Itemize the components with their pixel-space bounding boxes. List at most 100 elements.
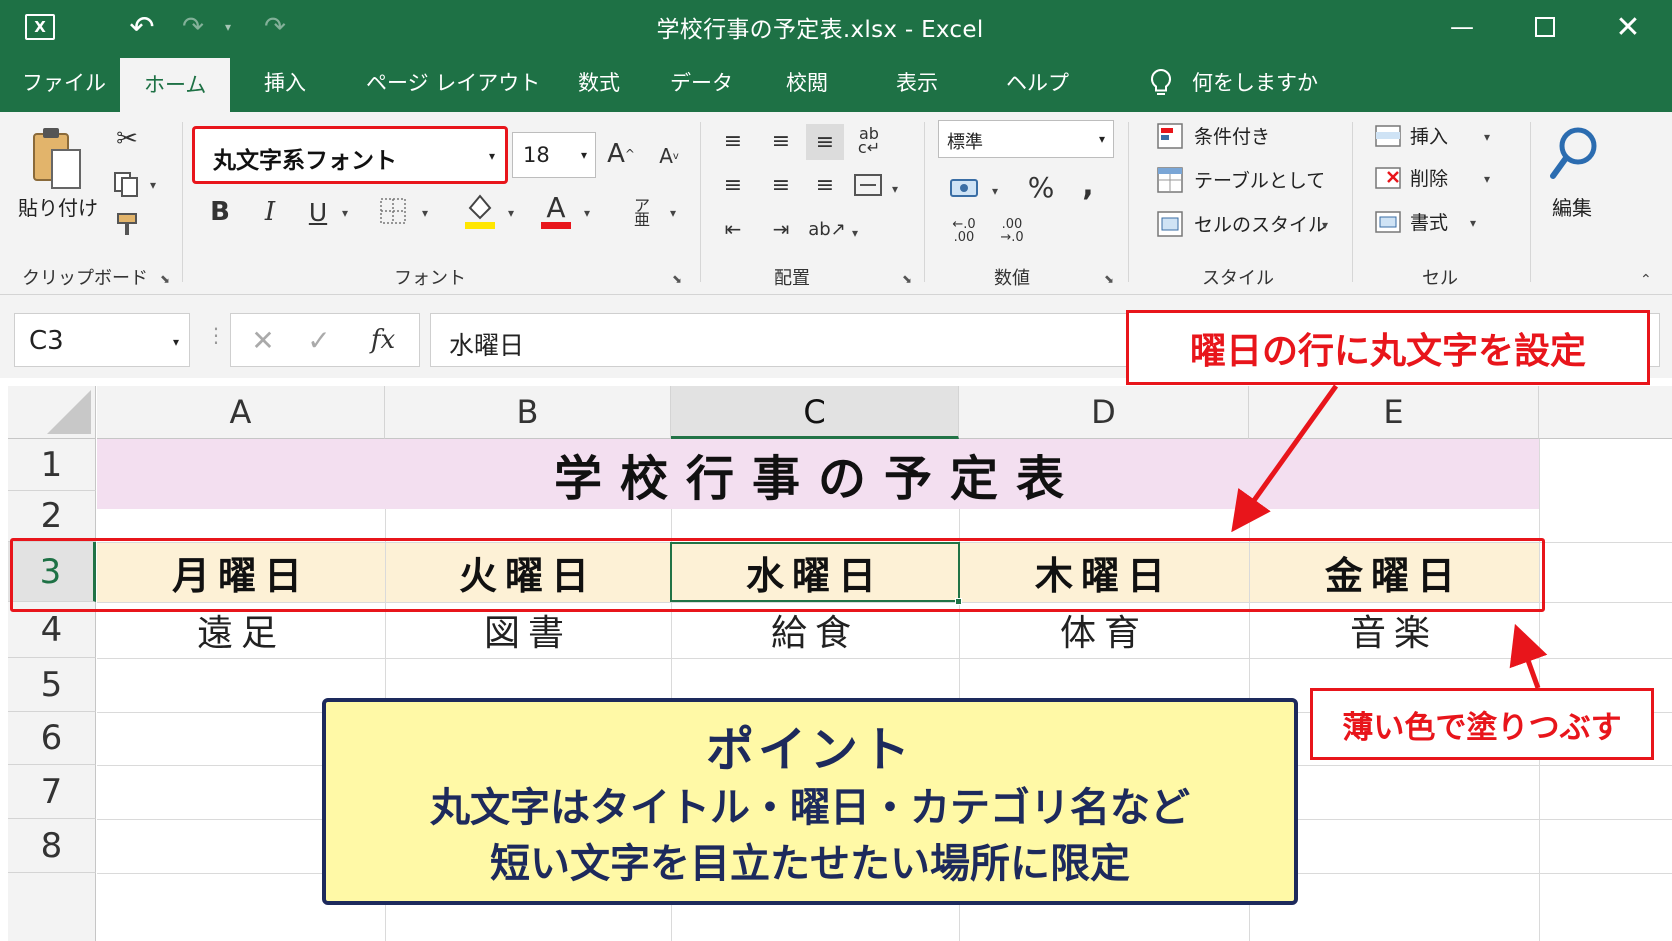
select-all-button[interactable] bbox=[8, 386, 96, 439]
collapse-ribbon-icon[interactable]: ⌃ bbox=[1640, 272, 1652, 288]
column-header-a[interactable]: A bbox=[97, 386, 385, 439]
row-header-5[interactable]: 5 bbox=[8, 658, 96, 712]
bold-button[interactable]: B bbox=[206, 194, 234, 230]
align-bottom-icon[interactable]: ≡ bbox=[806, 124, 844, 160]
insert-function-button[interactable]: fx bbox=[363, 322, 403, 358]
format-as-table-icon[interactable] bbox=[1156, 166, 1184, 194]
percent-style-button[interactable]: % bbox=[1024, 170, 1058, 204]
column-header-e[interactable]: E bbox=[1249, 386, 1539, 439]
conditional-formatting-button[interactable]: 条件付き bbox=[1194, 122, 1270, 149]
redo-button[interactable]: ↷ bbox=[178, 0, 208, 54]
tab-page-layout[interactable]: ページ レイアウト bbox=[366, 54, 540, 112]
tab-formulas[interactable]: 数式 bbox=[578, 54, 620, 112]
row-header-1[interactable]: 1 bbox=[8, 439, 96, 491]
quick-access-dropdown-icon[interactable]: ▾ bbox=[218, 0, 238, 54]
row-header-6[interactable]: 6 bbox=[8, 712, 96, 765]
text-direction-dropdown-icon[interactable]: ▾ bbox=[852, 226, 858, 240]
borders-dropdown-icon[interactable]: ▾ bbox=[422, 206, 428, 220]
font-color-dropdown-icon[interactable]: ▾ bbox=[584, 206, 590, 220]
sheet-title-cell[interactable]: 学校行事の予定表 bbox=[97, 439, 1539, 509]
undo-button[interactable]: ↶ bbox=[122, 0, 162, 54]
copy-icon[interactable] bbox=[112, 170, 140, 198]
decrease-font-size-icon[interactable]: Av bbox=[656, 140, 682, 172]
insert-dropdown-icon[interactable]: ▾ bbox=[1484, 130, 1490, 144]
number-launcher-icon[interactable]: ⬊ bbox=[1104, 272, 1114, 286]
phonetic-guide-icon[interactable]: ア亜 bbox=[630, 196, 654, 230]
cell-styles-icon[interactable] bbox=[1156, 210, 1184, 238]
phonetic-dropdown-icon[interactable]: ▾ bbox=[670, 206, 676, 220]
italic-button[interactable]: I bbox=[256, 194, 284, 230]
delete-cells-icon[interactable] bbox=[1374, 164, 1402, 192]
font-name-select[interactable]: 丸文字系フォント ▾ bbox=[192, 126, 508, 184]
format-cells-button[interactable]: 書式 bbox=[1410, 208, 1448, 235]
underline-button[interactable]: U bbox=[304, 194, 332, 230]
decrease-indent-icon[interactable]: ⇤ bbox=[718, 216, 748, 242]
paste-button[interactable]: 貼り付け bbox=[18, 192, 98, 221]
maximize-button[interactable] bbox=[1528, 0, 1562, 54]
increase-indent-icon[interactable]: ⇥ bbox=[766, 216, 796, 242]
currency-format-icon[interactable] bbox=[948, 174, 982, 204]
cancel-icon[interactable]: ✕ bbox=[245, 322, 281, 358]
search-icon[interactable] bbox=[1548, 124, 1602, 184]
alignment-launcher-icon[interactable]: ⬊ bbox=[902, 272, 912, 286]
currency-dropdown-icon[interactable]: ▾ bbox=[992, 184, 998, 198]
insert-cells-button[interactable]: 挿入 bbox=[1410, 122, 1448, 149]
font-launcher-icon[interactable]: ⬊ bbox=[672, 272, 682, 286]
column-header-c[interactable]: C bbox=[671, 386, 959, 439]
repeat-button[interactable]: ↷ bbox=[258, 0, 292, 54]
merge-dropdown-icon[interactable]: ▾ bbox=[892, 182, 898, 196]
tab-file[interactable]: ファイル bbox=[22, 54, 106, 112]
increase-font-size-icon[interactable]: A ^ bbox=[606, 136, 636, 172]
increase-decimal-icon[interactable]: ←.0.00 bbox=[946, 214, 982, 248]
format-painter-icon[interactable] bbox=[114, 210, 142, 238]
align-left-icon[interactable]: ≡ bbox=[718, 172, 748, 198]
delete-dropdown-icon[interactable]: ▾ bbox=[1484, 172, 1490, 186]
orientation-icon[interactable]: ab c↵ bbox=[854, 126, 884, 156]
tab-help[interactable]: ヘルプ bbox=[1006, 54, 1069, 112]
merge-center-icon[interactable] bbox=[852, 170, 884, 200]
delete-cells-button[interactable]: 削除 bbox=[1410, 164, 1448, 191]
align-right-icon[interactable]: ≡ bbox=[810, 172, 840, 198]
tab-view[interactable]: 表示 bbox=[896, 54, 938, 112]
formula-bar-handle-icon[interactable]: ⋮ bbox=[206, 323, 226, 347]
column-header-b[interactable]: B bbox=[385, 386, 671, 439]
insert-cells-icon[interactable] bbox=[1374, 122, 1402, 150]
comma-style-button[interactable]: , bbox=[1076, 168, 1100, 203]
column-header-f[interactable] bbox=[1539, 386, 1672, 439]
editing-button[interactable]: 編集 bbox=[1552, 192, 1592, 221]
fill-color-icon[interactable] bbox=[462, 190, 498, 230]
row-header-9[interactable] bbox=[8, 873, 96, 941]
format-cells-icon[interactable] bbox=[1374, 208, 1402, 236]
copy-dropdown-icon[interactable]: ▾ bbox=[150, 178, 156, 192]
align-top-icon[interactable]: ≡ bbox=[718, 128, 748, 154]
tab-review[interactable]: 校閲 bbox=[786, 54, 828, 112]
font-size-select[interactable]: 18 ▾ bbox=[512, 132, 596, 178]
row-header-2[interactable]: 2 bbox=[8, 491, 96, 542]
format-as-table-button[interactable]: テーブルとして bbox=[1194, 166, 1325, 193]
underline-dropdown-icon[interactable]: ▾ bbox=[342, 206, 348, 220]
name-box[interactable]: C3 ▾ bbox=[14, 313, 190, 367]
format-dropdown-icon[interactable]: ▾ bbox=[1470, 216, 1476, 230]
conditional-formatting-icon[interactable] bbox=[1156, 122, 1184, 150]
row-header-8[interactable]: 8 bbox=[8, 819, 96, 873]
font-color-icon[interactable]: A bbox=[538, 190, 574, 230]
paste-icon[interactable] bbox=[30, 126, 84, 192]
decrease-decimal-icon[interactable]: .00 →.0 bbox=[994, 214, 1030, 248]
tab-data[interactable]: データ bbox=[670, 54, 733, 112]
row-header-7[interactable]: 7 bbox=[8, 765, 96, 819]
tell-me-search[interactable]: 何をしますか bbox=[1192, 54, 1318, 112]
number-format-select[interactable]: 標準 ▾ bbox=[938, 120, 1114, 158]
borders-icon[interactable] bbox=[378, 196, 408, 226]
close-button[interactable]: ✕ bbox=[1608, 0, 1648, 54]
tab-insert[interactable]: 挿入 bbox=[264, 54, 306, 112]
tab-home[interactable]: ホーム bbox=[120, 58, 231, 112]
minimize-button[interactable]: — bbox=[1442, 0, 1482, 54]
cell-styles-dropdown-icon[interactable]: ▾ bbox=[1322, 218, 1328, 232]
cell-styles-button[interactable]: セルのスタイル bbox=[1194, 210, 1327, 237]
clipboard-launcher-icon[interactable]: ⬊ bbox=[160, 272, 170, 286]
cut-icon[interactable]: ✂ bbox=[112, 124, 142, 154]
text-direction-icon[interactable]: ab↗ bbox=[808, 216, 846, 242]
align-middle-icon[interactable]: ≡ bbox=[766, 128, 796, 154]
fill-color-dropdown-icon[interactable]: ▾ bbox=[508, 206, 514, 220]
enter-check-icon[interactable]: ✓ bbox=[301, 322, 337, 358]
